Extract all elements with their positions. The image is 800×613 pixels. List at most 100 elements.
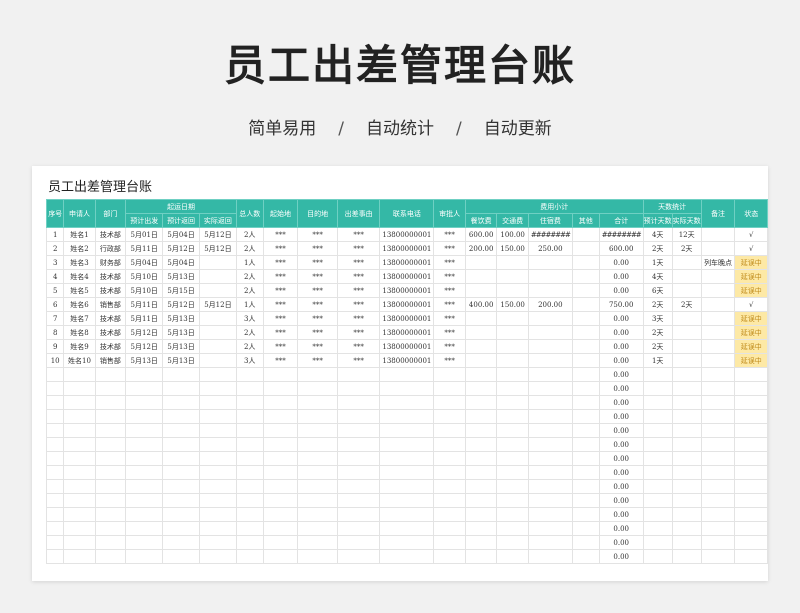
cell-lodging[interactable] (527, 451, 573, 466)
cell-status[interactable] (734, 409, 768, 424)
cell-purpose[interactable]: *** (336, 353, 381, 368)
cell-destination[interactable] (297, 493, 338, 508)
table-row[interactable]: 7 姓名7 技术部 5月11日 5月13日 3人 *** *** *** 13800000001 *… (45, 311, 768, 326)
cell-headcount[interactable]: 3人 (235, 353, 264, 368)
cell-plan-depart[interactable] (125, 451, 164, 466)
cell-phone[interactable] (379, 437, 435, 452)
cell-origin[interactable]: *** (262, 353, 299, 368)
cell-status[interactable]: 延误中 (734, 325, 768, 340)
cell-seq[interactable]: 3 (45, 255, 65, 270)
cell-phone[interactable]: 13800000001 (379, 241, 435, 256)
cell-actual-days[interactable] (671, 269, 702, 284)
cell-applicant[interactable] (63, 395, 96, 410)
cell-plan-return[interactable]: 5月13日 (162, 353, 200, 368)
cell-other[interactable] (571, 395, 600, 410)
cell-headcount[interactable]: 2人 (235, 227, 264, 242)
cell-plan-days[interactable] (642, 479, 673, 494)
cell-plan-return[interactable] (162, 395, 200, 410)
cell-actual-days[interactable] (671, 409, 702, 424)
cell-total[interactable]: 0.00 (598, 353, 644, 368)
cell-meal[interactable] (464, 283, 498, 298)
cell-transport[interactable] (496, 465, 529, 480)
cell-dept[interactable]: 财务部 (94, 255, 127, 270)
cell-actual-days[interactable] (671, 353, 702, 368)
cell-phone[interactable] (379, 521, 435, 536)
cell-meal[interactable] (464, 311, 498, 326)
cell-origin[interactable] (262, 535, 299, 550)
cell-status[interactable] (734, 465, 768, 480)
cell-total[interactable]: 0.00 (598, 255, 644, 270)
cell-plan-return[interactable]: 5月12日 (162, 297, 200, 312)
cell-total[interactable]: 0.00 (598, 339, 644, 354)
cell-actual-days[interactable] (671, 311, 702, 326)
cell-purpose[interactable]: *** (336, 325, 381, 340)
cell-meal[interactable] (464, 325, 498, 340)
cell-approver[interactable] (433, 507, 466, 522)
cell-meal[interactable] (464, 409, 498, 424)
cell-headcount[interactable] (235, 465, 264, 480)
cell-plan-depart[interactable]: 5月01日 (125, 227, 164, 242)
cell-actual-days[interactable] (671, 255, 702, 270)
cell-purpose[interactable] (336, 451, 381, 466)
cell-plan-depart[interactable]: 5月13日 (125, 353, 164, 368)
cell-transport[interactable] (496, 409, 529, 424)
cell-lodging[interactable] (527, 479, 573, 494)
cell-lodging[interactable] (527, 269, 573, 284)
cell-plan-depart[interactable] (125, 493, 164, 508)
cell-meal[interactable] (464, 381, 498, 396)
cell-seq[interactable] (45, 367, 65, 382)
cell-total[interactable]: 0.00 (598, 381, 644, 396)
cell-remark[interactable] (700, 269, 736, 284)
cell-plan-days[interactable]: 1天 (642, 353, 673, 368)
cell-remark[interactable] (700, 297, 736, 312)
cell-total[interactable]: 0.00 (598, 549, 644, 564)
cell-destination[interactable]: *** (297, 311, 338, 326)
cell-meal[interactable] (464, 269, 498, 284)
cell-other[interactable] (571, 409, 600, 424)
cell-remark[interactable] (700, 423, 736, 438)
cell-actual-return[interactable] (198, 409, 237, 424)
cell-phone[interactable]: 13800000001 (379, 339, 435, 354)
cell-origin[interactable]: *** (262, 297, 299, 312)
cell-meal[interactable]: 200.00 (464, 241, 498, 256)
cell-plan-return[interactable] (162, 381, 200, 396)
cell-total[interactable]: 0.00 (598, 521, 644, 536)
cell-destination[interactable] (297, 395, 338, 410)
cell-destination[interactable] (297, 521, 338, 536)
table-row[interactable]: 5 姓名5 技术部 5月10日 5月15日 2人 *** *** *** 13800000001 *… (45, 283, 768, 298)
cell-purpose[interactable] (336, 367, 381, 382)
table-row[interactable]: 4 姓名4 技术部 5月10日 5月13日 2人 *** *** *** 13800000001 *… (45, 269, 768, 284)
cell-plan-days[interactable] (642, 549, 673, 564)
cell-other[interactable] (571, 297, 600, 312)
cell-lodging[interactable] (527, 437, 573, 452)
cell-meal[interactable] (464, 423, 498, 438)
cell-lodging[interactable]: ######## (527, 227, 573, 242)
cell-plan-depart[interactable]: 5月11日 (125, 311, 164, 326)
cell-headcount[interactable] (235, 409, 264, 424)
cell-transport[interactable]: 100.00 (496, 227, 529, 242)
cell-seq[interactable]: 2 (45, 241, 65, 256)
cell-lodging[interactable] (527, 465, 573, 480)
cell-phone[interactable] (379, 479, 435, 494)
cell-plan-days[interactable] (642, 465, 673, 480)
cell-dept[interactable] (94, 521, 127, 536)
cell-meal[interactable]: 600.00 (464, 227, 498, 242)
cell-origin[interactable]: *** (262, 227, 299, 242)
cell-plan-return[interactable]: 5月04日 (162, 227, 200, 242)
cell-phone[interactable]: 13800000001 (379, 283, 435, 298)
cell-destination[interactable]: *** (297, 241, 338, 256)
cell-other[interactable] (571, 255, 600, 270)
cell-plan-days[interactable]: 2天 (642, 297, 673, 312)
cell-actual-return[interactable] (198, 521, 237, 536)
cell-plan-depart[interactable]: 5月12日 (125, 339, 164, 354)
cell-actual-days[interactable] (671, 549, 702, 564)
cell-actual-days[interactable]: 2天 (671, 297, 702, 312)
cell-phone[interactable] (379, 493, 435, 508)
cell-status[interactable] (734, 451, 768, 466)
cell-status[interactable]: 延误中 (734, 255, 768, 270)
cell-origin[interactable] (262, 507, 299, 522)
cell-actual-return[interactable] (198, 437, 237, 452)
cell-actual-return[interactable]: 5月12日 (198, 227, 237, 242)
cell-actual-days[interactable] (671, 493, 702, 508)
table-row[interactable]: 1 姓名1 技术部 5月01日 5月04日 5月12日 2人 *** *** *** 1380000… (45, 227, 768, 242)
